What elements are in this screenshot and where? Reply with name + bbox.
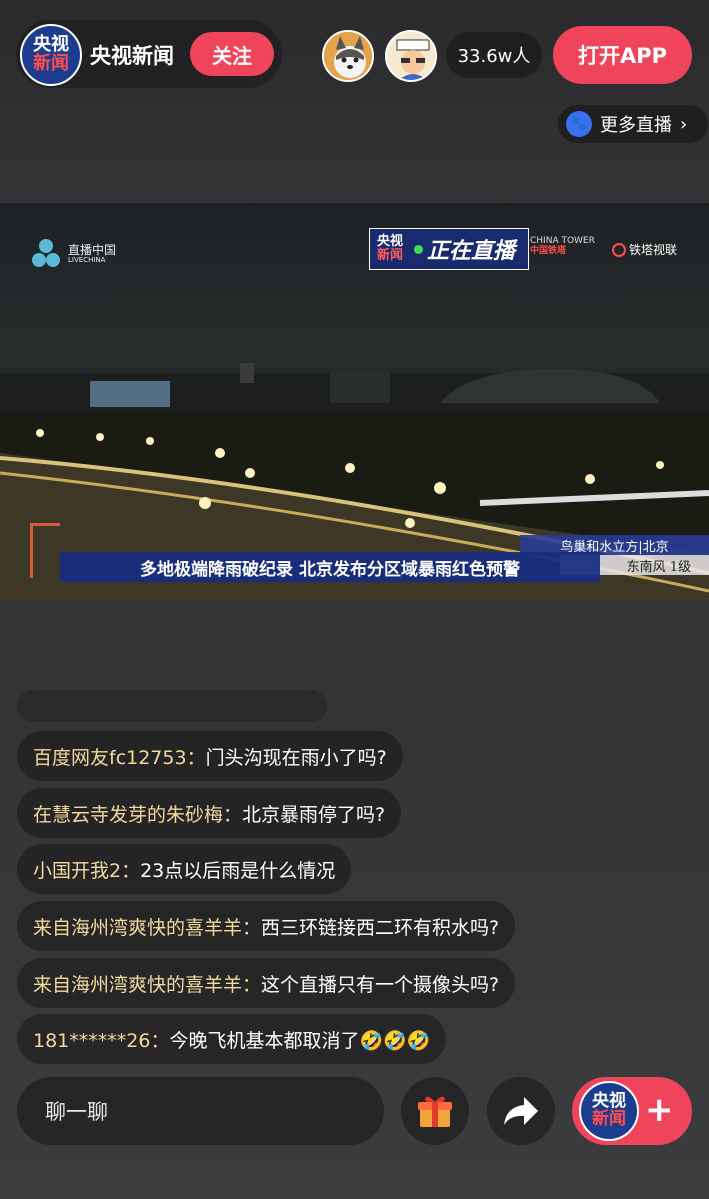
comment-text: 今晚飞机基本都取消了🤣🤣🤣: [169, 1029, 431, 1052]
live-label: 正在直播: [427, 239, 516, 264]
husky-avatar-icon: [324, 32, 372, 80]
cartoon-avatar-icon: [387, 32, 435, 80]
tower-name: CHINA TOWER: [530, 236, 595, 246]
list-item[interactable]: 小国开我2： 23点以后雨是什么情况: [17, 844, 352, 894]
live-video-player[interactable]: 直播中国 LIVECHINA 央视 新闻 正在直播 CHINA TOWER 中国…: [0, 203, 709, 601]
comment-text: 这个直播只有一个摄像头吗?: [261, 973, 500, 996]
comment-user[interactable]: 在慧云寺发芽的朱砂梅：: [33, 800, 242, 827]
anchor-name[interactable]: 央视新闻: [90, 40, 174, 70]
china-tower-logo: CHINA TOWER 中国铁塔: [530, 236, 595, 257]
more-live-label: 更多直播: [600, 115, 672, 136]
live-dot-icon: [414, 244, 423, 254]
tiezhi-logo: 铁塔视联: [612, 241, 677, 258]
livechina-name: 直播中国: [68, 242, 117, 257]
share-icon: [504, 1097, 538, 1125]
livechina-sub: LIVECHINA: [68, 255, 106, 264]
gift-button[interactable]: [401, 1077, 469, 1145]
news-headline: 多地极端降雨破纪录 北京发布分区域暴雨红色预警: [60, 552, 600, 582]
cctv-news-logo[interactable]: 央视 新闻: [20, 24, 82, 86]
list-item[interactable]: 在慧云寺发芽的朱砂梅： 北京暴雨停了吗?: [17, 788, 402, 838]
tiezhi-icon: [612, 242, 626, 257]
comment-text: 西三环链接西二环有积水吗?: [261, 916, 500, 939]
comment-user[interactable]: 181******26：: [33, 1026, 169, 1053]
comment-user[interactable]: 来自海州湾爽快的喜羊羊：: [33, 913, 261, 940]
viewer-avatar[interactable]: [385, 30, 437, 82]
tiezhi-label: 铁塔视联: [629, 243, 678, 257]
more-live-button[interactable]: 🐾 更多直播 ›: [558, 105, 708, 143]
list-item[interactable]: 来自海州湾爽快的喜羊羊： 这个直播只有一个摄像头吗?: [17, 958, 516, 1008]
open-app-button[interactable]: 打开APP: [553, 26, 692, 84]
chevron-right-icon: ›: [680, 113, 688, 135]
chat-input[interactable]: 聊一聊: [17, 1077, 384, 1145]
corner-mark: [30, 523, 60, 578]
comment-user[interactable]: 来自海州湾爽快的喜羊羊：: [33, 970, 261, 997]
plus-logo-line2: 新闻: [592, 1109, 626, 1129]
paw-icon: 🐾: [566, 111, 592, 137]
livechina-bubbles-icon: [32, 239, 62, 269]
viewer-count: 33.6w人: [446, 32, 542, 78]
comment-text: 门头沟现在雨小了吗?: [205, 746, 387, 769]
tag-line1: 央视: [376, 234, 403, 250]
cctv-news-logo-small[interactable]: 央视 新闻: [579, 1081, 639, 1141]
livechina-logo: 直播中国 LIVECHINA: [32, 239, 116, 269]
logo-line2: 新闻: [33, 53, 69, 74]
viewer-avatar[interactable]: [322, 30, 374, 82]
list-item[interactable]: 来自海州湾爽快的喜羊羊： 西三环链接西二环有积水吗?: [17, 901, 516, 951]
comment-user[interactable]: 百度网友fc12753：: [33, 743, 206, 770]
comment-user[interactable]: 小国开我2：: [33, 856, 140, 883]
comment-text: 23点以后雨是什么情况: [140, 859, 336, 882]
plus-icon[interactable]: +: [645, 1090, 674, 1130]
share-button[interactable]: [487, 1077, 555, 1145]
comment-text: 北京暴雨停了吗?: [242, 803, 386, 826]
gift-icon: [418, 1096, 452, 1127]
list-item[interactable]: 百度网友fc12753： 门头沟现在雨小了吗?: [17, 731, 403, 781]
faded-comment: [17, 690, 327, 722]
list-item[interactable]: 181******26： 今晚飞机基本都取消了🤣🤣🤣: [17, 1014, 447, 1064]
live-tag: 央视 新闻 正在直播: [369, 228, 529, 270]
tower-cn: 中国铁塔: [530, 245, 567, 256]
follow-button[interactable]: 关注: [190, 32, 274, 76]
tag-line2: 新闻: [376, 248, 403, 263]
